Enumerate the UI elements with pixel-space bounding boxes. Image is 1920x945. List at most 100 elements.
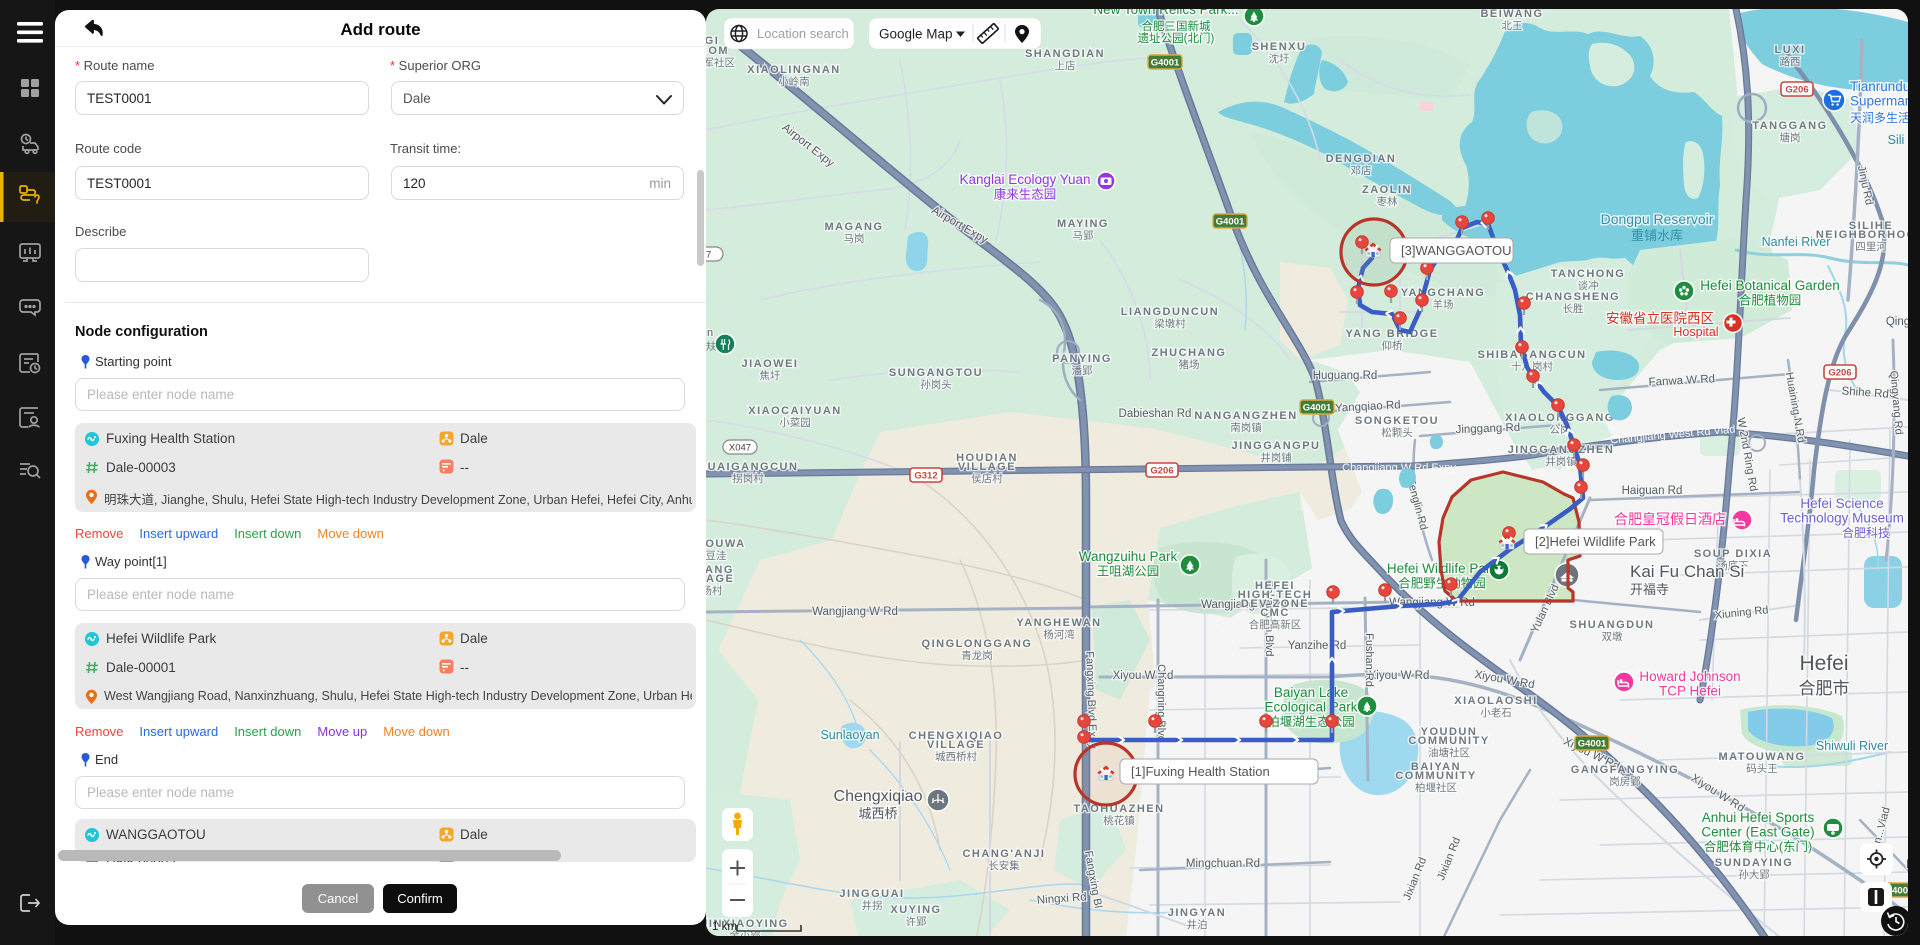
svg-text:开福寺: 开福寺 (1630, 582, 1669, 597)
svg-text:Anhui Hefei Sports: Anhui Hefei Sports (1702, 810, 1815, 825)
svg-text:Dabieshan Rd: Dabieshan Rd (1119, 408, 1192, 420)
svg-text:井拐: 井拐 (862, 899, 883, 912)
svg-text:羊场: 羊场 (1433, 298, 1454, 311)
svg-text:许郢: 许郢 (906, 915, 927, 928)
svg-text:南岗镇: 南岗镇 (1230, 421, 1262, 434)
svg-text:G4001: G4001 (1216, 217, 1245, 228)
svg-text:仰桥: 仰桥 (1382, 339, 1404, 352)
svg-text:GUAIGANGCUN: GUAIGANGCUN (698, 461, 799, 473)
svg-text:梁墩村: 梁墩村 (1154, 317, 1186, 330)
svg-text:Hefei: Hefei (1799, 652, 1848, 675)
svg-text:康来生态园: 康来生态园 (994, 187, 1057, 202)
svg-text:北王: 北王 (1502, 20, 1523, 32)
svg-text:遗址公园(北门): 遗址公园(北门) (1138, 31, 1215, 45)
svg-text:马岗: 马岗 (844, 233, 865, 245)
svg-text:杨河湾: 杨河湾 (1043, 628, 1075, 641)
svg-text:岗房郢: 岗房郢 (1609, 775, 1641, 788)
svg-text:ZAOLIN: ZAOLIN (1362, 184, 1412, 196)
svg-text:长胜: 长胜 (1563, 303, 1585, 315)
svg-text:豆洼: 豆洼 (706, 549, 727, 562)
svg-text:猪场: 猪场 (1179, 358, 1200, 371)
svg-text:New Town Relics Park...: New Town Relics Park... (1093, 2, 1238, 17)
svg-text:Kanglai Ecology Yuan: Kanglai Ecology Yuan (959, 172, 1090, 187)
svg-text:JINGYAN: JINGYAN (1168, 907, 1226, 919)
svg-text:SOUP DIXIA: SOUP DIXIA (1694, 548, 1772, 560)
svg-text:Sili: Sili (1888, 133, 1905, 147)
svg-text:CMC: CMC (1260, 607, 1290, 619)
svg-text:Wangjiang W Rd: Wangjiang W Rd (812, 606, 898, 618)
svg-text:SUNDAYING: SUNDAYING (1715, 857, 1794, 869)
svg-text:Center (East Gate): Center (East Gate) (1701, 825, 1814, 840)
svg-text:COMMUNITY: COMMUNITY (1395, 770, 1476, 782)
svg-text:Technology Museum: Technology Museum (1780, 511, 1904, 526)
svg-text:TANGGANG: TANGGANG (1752, 120, 1827, 132)
svg-text:XUYING: XUYING (890, 904, 941, 916)
svg-text:Sunlaoyan: Sunlaoyan (820, 728, 879, 742)
svg-text:安徽省立医院西区: 安徽省立医院西区 (1606, 311, 1714, 326)
svg-text:井岗镇: 井岗镇 (1545, 455, 1577, 468)
svg-text:CHANG'ANJI: CHANG'ANJI (962, 848, 1045, 860)
svg-text:G206: G206 (1785, 85, 1808, 96)
svg-text:Shiwuli River: Shiwuli River (1816, 739, 1888, 753)
svg-text:VILLAGE: VILLAGE (927, 739, 985, 751)
svg-text:Wangzuihu Park: Wangzuihu Park (1079, 549, 1178, 564)
svg-text:BEIWANG: BEIWANG (1480, 8, 1543, 20)
svg-text:Changning Blvd: Changning Blvd (1155, 664, 1167, 742)
svg-text:小岭南: 小岭南 (778, 75, 810, 88)
svg-text:柏堰湖生态公园: 柏堰湖生态公园 (1267, 714, 1355, 729)
svg-text:马郢: 马郢 (1073, 230, 1094, 242)
svg-text:YANGHEWAN: YANGHEWAN (1016, 617, 1101, 629)
svg-text:G4001: G4001 (1303, 403, 1332, 414)
svg-text:PANYING: PANYING (1052, 353, 1112, 365)
svg-text:桃花镇: 桃花镇 (1103, 814, 1135, 827)
svg-text:COMMUNITY: COMMUNITY (1408, 735, 1489, 747)
svg-text:Hospital: Hospital (1673, 325, 1718, 339)
svg-text:沈圩: 沈圩 (1269, 52, 1291, 65)
svg-text:合肥高新区: 合肥高新区 (1249, 618, 1302, 631)
svg-text:[2]Hefei Wildlife Park: [2]Hefei Wildlife Park (1535, 534, 1656, 549)
svg-text:DENGDIAN: DENGDIAN (1326, 153, 1397, 165)
svg-text:Qing: Qing (1886, 316, 1910, 328)
svg-text:Hefei Science: Hefei Science (1800, 496, 1883, 511)
svg-text:四里河: 四里河 (1855, 241, 1887, 253)
svg-text:SHIBAGANGCUN: SHIBAGANGCUN (1477, 349, 1586, 361)
svg-text:JINGGUAI: JINGGUAI (839, 888, 904, 900)
svg-text:Huguang Rd: Huguang Rd (1313, 370, 1378, 382)
svg-text:MAYING: MAYING (1057, 218, 1109, 230)
svg-text:Jinggang Rd: Jinggang Rd (1455, 422, 1520, 436)
svg-text:1 km: 1 km (712, 921, 737, 933)
svg-text:JINGGANGZHEN: JINGGANGZHEN (1508, 444, 1615, 456)
svg-text:Yanzihe Rd: Yanzihe Rd (1288, 640, 1347, 652)
svg-text:合肥体育中心(东门): 合肥体育中心(东门) (1704, 839, 1812, 854)
svg-text:合肥皇冠假日酒店: 合肥皇冠假日酒店 (1614, 511, 1726, 527)
svg-text:XIAOLINGNAN: XIAOLINGNAN (747, 64, 841, 76)
svg-text:小老石: 小老石 (1480, 706, 1512, 719)
svg-text:重铺水库: 重铺水库 (1631, 228, 1683, 243)
svg-text:孙岗头: 孙岗头 (920, 378, 952, 391)
svg-text:Location search: Location search (757, 26, 849, 41)
svg-text:QINGLONGGANG: QINGLONGGANG (922, 638, 1033, 650)
svg-text:NANGANGZHEN: NANGANGZHEN (1194, 410, 1297, 422)
svg-text:潘郢: 潘郢 (1072, 365, 1093, 377)
svg-text:Nanfei River: Nanfei River (1762, 235, 1831, 249)
svg-text:塘岗: 塘岗 (1780, 131, 1801, 144)
svg-text:小菜园: 小菜园 (779, 417, 811, 429)
svg-text:G206: G206 (1828, 368, 1851, 379)
svg-text:Dongpu Reservoir: Dongpu Reservoir (1601, 211, 1714, 227)
svg-text:XIAOCAIYUAN: XIAOCAIYUAN (748, 405, 842, 417)
svg-text:合肥市: 合肥市 (1799, 679, 1850, 698)
svg-text:柏堰社区: 柏堰社区 (1415, 781, 1457, 794)
svg-text:MATOUWANG: MATOUWANG (1718, 751, 1805, 763)
svg-text:邓店: 邓店 (1351, 164, 1372, 177)
svg-text:王咀湖公园: 王咀湖公园 (1097, 564, 1160, 579)
svg-text:G206: G206 (1150, 466, 1173, 477)
svg-text:MAGANG: MAGANG (824, 221, 883, 233)
svg-text:上店: 上店 (1055, 59, 1076, 72)
svg-text:SHANGDIAN: SHANGDIAN (1025, 48, 1105, 60)
svg-text:n: n (707, 327, 713, 339)
svg-text:Chengxiqiao: Chengxiqiao (834, 788, 923, 805)
svg-text:Hefei Botanical Garden: Hefei Botanical Garden (1700, 278, 1840, 293)
svg-text:SUNGANGTOU: SUNGANGTOU (889, 367, 983, 379)
svg-text:井泊: 井泊 (1187, 918, 1208, 931)
svg-text:TANCHONG: TANCHONG (1551, 268, 1626, 280)
